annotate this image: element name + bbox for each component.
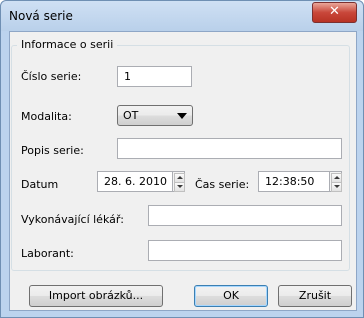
date-label: Datum xyxy=(21,178,59,191)
groupbox-title: Informace o serii xyxy=(17,38,118,51)
series-description-label: Popis serie: xyxy=(21,144,84,157)
series-number-input[interactable]: 1 xyxy=(117,66,192,87)
arrow-up-icon xyxy=(334,176,340,179)
modality-label: Modalita: xyxy=(21,110,72,123)
arrow-down-icon xyxy=(334,185,340,188)
arrow-down-icon xyxy=(177,185,183,188)
performing-physician-label: Vykonávající lékář: xyxy=(21,213,124,226)
close-icon: ✕ xyxy=(329,4,340,19)
window-title: Nová serie xyxy=(9,9,73,23)
import-images-button[interactable]: Import obrázků... xyxy=(29,285,163,307)
date-input[interactable]: 28. 6. 2010 xyxy=(97,171,173,192)
time-spin-down-button[interactable] xyxy=(331,182,342,192)
close-button[interactable]: ✕ xyxy=(312,2,357,23)
title-bar: Nová serie ✕ xyxy=(1,1,363,31)
modality-select[interactable]: OT xyxy=(117,105,193,126)
ok-button[interactable]: OK xyxy=(194,285,268,307)
date-spinner[interactable] xyxy=(172,171,185,192)
time-spinner[interactable] xyxy=(329,171,342,192)
lab-technician-input[interactable] xyxy=(148,240,342,261)
series-time-input[interactable]: 12:38:50 xyxy=(258,171,330,192)
series-description-input[interactable] xyxy=(117,138,342,159)
chevron-down-icon xyxy=(177,113,187,119)
series-number-label: Číslo serie: xyxy=(21,70,82,83)
arrow-up-icon xyxy=(177,176,183,179)
lab-technician-label: Laborant: xyxy=(21,247,74,260)
cancel-button[interactable]: Zrušit xyxy=(278,285,352,307)
date-spin-down-button[interactable] xyxy=(174,182,185,192)
performing-physician-input[interactable] xyxy=(148,205,342,226)
modality-value: OT xyxy=(123,109,139,122)
series-time-label: Čas serie: xyxy=(195,178,250,191)
